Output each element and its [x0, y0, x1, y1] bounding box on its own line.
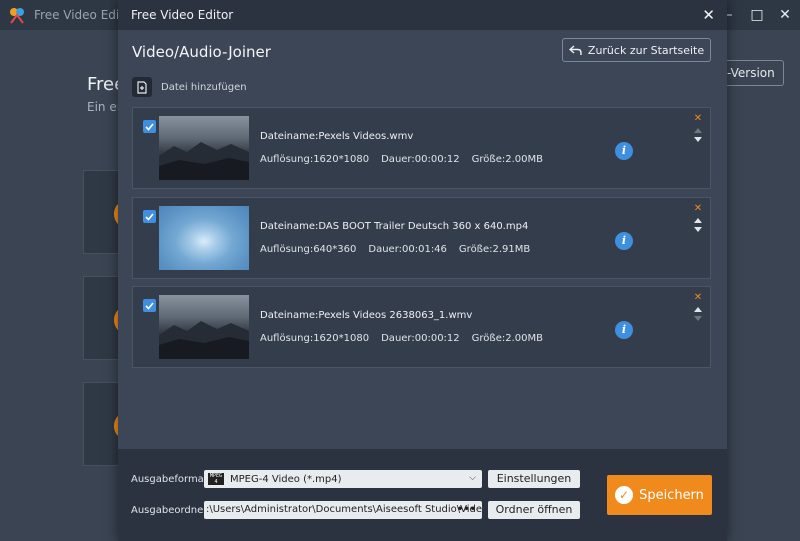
output-folder-label: Ausgabeordner: [131, 505, 211, 516]
check-icon [145, 301, 154, 310]
joiner-dialog: Free Video Editor ✕ Video/Audio-Joiner Z… [118, 0, 727, 541]
check-icon [145, 212, 154, 221]
output-format-select[interactable]: MPEG 4 MPEG-4 Video (*.mp4) ⌵ [204, 470, 482, 488]
file-meta: Auflösung:640*360 Dauer:00:01:46 Größe:2… [260, 244, 542, 255]
dialog-close-icon[interactable]: ✕ [702, 6, 715, 24]
file-duration: Dauer:00:01:46 [368, 244, 447, 255]
file-row[interactable]: Dateiname:Pexels Videos 2638063_1.wmv Au… [132, 286, 711, 368]
mpeg4-format-icon: MPEG 4 [208, 473, 224, 485]
close-icon[interactable]: ✕ [778, 6, 792, 24]
add-file-label: Datei hinzufügen [161, 81, 247, 93]
file-checkbox[interactable] [143, 210, 156, 223]
move-up-icon[interactable] [694, 307, 702, 312]
output-settings-bar: Ausgabeformat: MPEG 4 MPEG-4 Video (*.mp… [118, 449, 727, 541]
move-down-icon[interactable] [694, 137, 702, 142]
file-checkbox[interactable] [143, 299, 156, 312]
background-window-controls: – □ ✕ [722, 6, 792, 24]
output-folder-value: :\Users\Administrator\Documents\Aiseesof… [206, 504, 482, 515]
back-to-home-label: Zurück zur Startseite [587, 43, 705, 57]
file-checkbox[interactable] [143, 120, 156, 133]
file-size: Größe:2.91MB [458, 244, 531, 255]
file-duration: Dauer:00:00:12 [381, 333, 460, 344]
info-icon[interactable]: i [615, 142, 633, 160]
check-icon [145, 122, 154, 131]
move-up-icon[interactable] [694, 128, 702, 133]
dialog-titlebar: Free Video Editor ✕ [118, 0, 727, 30]
file-size: Größe:2.00MB [471, 154, 543, 165]
background-subheading: Ein ei [87, 100, 121, 114]
file-resolution: Auflösung:1620*1080 [260, 154, 370, 165]
maximize-icon[interactable]: □ [750, 6, 764, 24]
video-thumbnail [159, 206, 249, 270]
move-up-icon[interactable] [694, 218, 702, 223]
file-meta: Auflösung:1620*1080 Dauer:00:00:12 Größe… [260, 154, 555, 165]
background-title: Free Video Edito [34, 8, 132, 22]
remove-file-icon[interactable]: ✕ [694, 293, 702, 303]
move-down-icon[interactable] [694, 316, 702, 321]
remove-file-icon[interactable]: ✕ [694, 204, 702, 214]
info-icon[interactable]: i [615, 232, 633, 250]
video-thumbnail [159, 116, 249, 180]
background-feature-card[interactable] [83, 382, 136, 466]
back-arrow-icon [568, 44, 582, 55]
file-meta: Auflösung:1620*1080 Dauer:00:00:12 Größe… [260, 333, 555, 344]
file-row[interactable]: Dateiname:Pexels Videos.wmv Auflösung:16… [132, 107, 711, 189]
file-duration: Dauer:00:00:12 [381, 154, 460, 165]
browse-folder-icon[interactable]: ••• [457, 501, 476, 519]
page-title: Video/Audio-Joiner [132, 43, 271, 61]
info-icon[interactable]: i [615, 321, 633, 339]
row-controls: ✕ [692, 114, 704, 142]
output-format-label: Ausgabeformat: [131, 474, 212, 485]
move-down-icon[interactable] [694, 227, 702, 232]
dialog-title: Free Video Editor [131, 8, 234, 22]
background-feature-card[interactable] [83, 170, 136, 254]
back-to-home-button[interactable]: Zurück zur Startseite [562, 38, 711, 62]
save-button[interactable]: ✓ Speichern [607, 475, 712, 515]
file-resolution: Auflösung:1620*1080 [260, 333, 370, 344]
add-file-icon [132, 77, 152, 97]
output-format-value: MPEG-4 Video (*.mp4) [230, 473, 342, 485]
video-thumbnail [159, 295, 249, 359]
row-controls: ✕ [692, 204, 704, 232]
chevron-down-icon: ⌵ [469, 473, 476, 483]
file-name: Dateiname:DAS BOOT Trailer Deutsch 360 x… [260, 221, 529, 232]
output-folder-field[interactable]: :\Users\Administrator\Documents\Aiseesof… [204, 501, 482, 519]
save-label: Speichern [639, 487, 704, 503]
file-row[interactable]: Dateiname:DAS BOOT Trailer Deutsch 360 x… [132, 197, 711, 279]
row-controls: ✕ [692, 293, 704, 321]
background-feature-card[interactable] [83, 276, 136, 360]
remove-file-icon[interactable]: ✕ [694, 114, 702, 124]
checkmark-icon: ✓ [615, 486, 634, 504]
app-logo-icon [10, 8, 24, 24]
file-name: Dateiname:Pexels Videos.wmv [260, 131, 414, 142]
settings-button[interactable]: Einstellungen [488, 470, 580, 488]
file-name: Dateiname:Pexels Videos 2638063_1.wmv [260, 310, 473, 321]
file-resolution: Auflösung:640*360 [260, 244, 357, 255]
add-file-button[interactable]: Datei hinzufügen [132, 77, 247, 97]
open-folder-button[interactable]: Ordner öffnen [488, 501, 580, 519]
file-size: Größe:2.00MB [471, 333, 543, 344]
